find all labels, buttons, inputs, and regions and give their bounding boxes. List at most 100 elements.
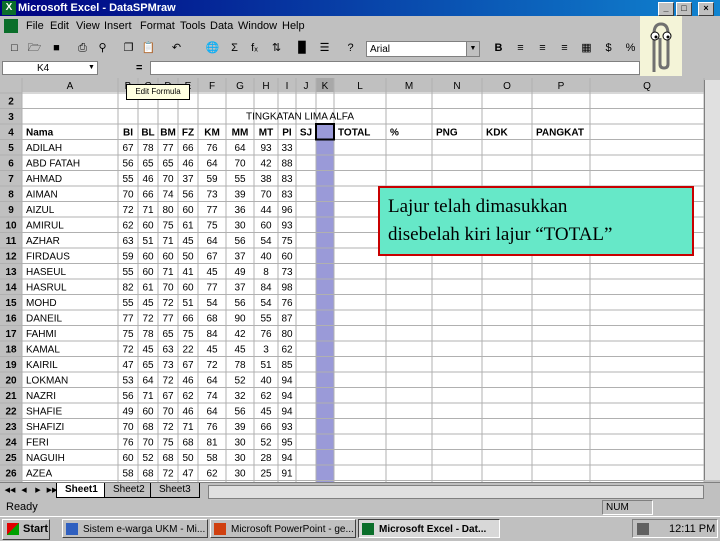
formula-input[interactable] xyxy=(150,61,640,75)
currency-icon[interactable]: $ xyxy=(600,40,617,57)
chart-wizard-icon[interactable]: ▉ xyxy=(294,40,311,57)
menu-window[interactable]: Window xyxy=(238,17,277,35)
taskbar-item-powerpoint[interactable]: Microsoft PowerPoint - ge... xyxy=(210,519,356,538)
system-clock[interactable]: 12:11 PM xyxy=(632,519,718,538)
zoom-icon[interactable]: ☰ xyxy=(316,40,333,57)
row-header: 3 xyxy=(8,112,14,123)
menu-bar: File Edit View Insert Format Tools Data … xyxy=(0,17,640,35)
align-left-icon[interactable]: ≡ xyxy=(512,40,529,57)
row-header: 5 xyxy=(8,143,14,154)
print-preview-icon[interactable]: ⚲ xyxy=(94,40,111,57)
excel-app-icon[interactable]: X xyxy=(2,1,16,15)
score-cell: 62 xyxy=(260,391,272,402)
score-cell: 67 xyxy=(206,252,218,263)
menu-file[interactable]: File xyxy=(26,17,44,35)
score-cell: 67 xyxy=(122,143,134,154)
score-cell: 30 xyxy=(234,221,246,232)
score-cell: 70 xyxy=(122,422,134,433)
score-cell: 30 xyxy=(234,438,246,449)
row-header: 6 xyxy=(8,159,14,170)
chevron-down-icon[interactable]: ▼ xyxy=(466,42,479,56)
edit-formula-button[interactable]: = xyxy=(136,61,142,75)
name-box[interactable]: K4 xyxy=(2,61,98,75)
start-label: Start xyxy=(23,523,49,535)
tab-sheet3[interactable]: Sheet3 xyxy=(150,483,200,498)
paste-icon[interactable]: 📋 xyxy=(140,40,157,57)
workbook-icon[interactable] xyxy=(4,19,18,33)
office-assistant-icon[interactable] xyxy=(640,16,682,76)
next-sheet-icon[interactable]: ▶ xyxy=(32,485,44,497)
align-center-icon[interactable]: ≡ xyxy=(534,40,551,57)
row-header: 2 xyxy=(8,97,14,108)
print-icon[interactable]: ⎙ xyxy=(74,40,91,57)
score-cell: 71 xyxy=(142,205,154,216)
copy-icon[interactable]: ❐ xyxy=(120,40,137,57)
row-header: 7 xyxy=(8,174,14,185)
score-cell: 75 xyxy=(162,221,174,232)
align-right-icon[interactable]: ≡ xyxy=(556,40,573,57)
menu-help[interactable]: Help xyxy=(282,17,305,35)
score-cell: 22 xyxy=(182,345,194,356)
open-icon[interactable]: 🗁 xyxy=(26,40,43,57)
save-icon[interactable]: ■ xyxy=(48,40,65,57)
function-icon[interactable]: fₓ xyxy=(246,40,263,57)
inserted-column-k[interactable] xyxy=(316,124,334,512)
title-bar: X Microsoft Excel - DataSPMraw _ □ × xyxy=(0,0,720,16)
score-cell: 62 xyxy=(281,345,293,356)
new-icon[interactable]: □ xyxy=(6,40,23,57)
score-cell: 93 xyxy=(281,221,293,232)
score-cell: 68 xyxy=(162,453,174,464)
first-sheet-icon[interactable]: ◀◀ xyxy=(4,485,16,497)
help-icon[interactable]: ? xyxy=(342,40,359,57)
font-name-select[interactable]: Arial ▼ xyxy=(366,41,480,57)
hyperlink-icon[interactable]: 🌐 xyxy=(204,40,221,57)
close-button[interactable]: × xyxy=(698,2,714,16)
score-cell: 70 xyxy=(234,159,246,170)
tab-sheet1[interactable]: Sheet1 xyxy=(56,483,107,498)
worksheet-grid[interactable]: ABCDEFGHIJKLMNOPQ23456789101112131415161… xyxy=(0,78,720,512)
bold-button[interactable]: B xyxy=(490,40,507,57)
score-cell: 75 xyxy=(281,236,293,247)
undo-icon[interactable]: ↶ xyxy=(168,40,185,57)
merge-center-icon[interactable]: ▦ xyxy=(578,40,595,57)
row-header: 25 xyxy=(5,453,17,464)
row-header: 10 xyxy=(5,221,17,232)
score-cell: 74 xyxy=(206,391,218,402)
score-cell: 73 xyxy=(206,190,218,201)
autosum-icon[interactable]: Σ xyxy=(226,40,243,57)
score-cell: 71 xyxy=(162,267,174,278)
row-header: 12 xyxy=(5,252,17,263)
sort-ascending-icon[interactable]: ⇅ xyxy=(268,40,285,57)
name-cell: MOHD xyxy=(26,298,57,309)
column-header-o: O xyxy=(503,81,511,92)
menu-tools[interactable]: Tools xyxy=(180,17,206,35)
score-cell: 55 xyxy=(260,314,272,325)
cell-area[interactable] xyxy=(0,78,704,482)
vertical-scrollbar[interactable] xyxy=(704,80,720,480)
score-cell: 83 xyxy=(281,190,293,201)
score-cell: 41 xyxy=(182,267,194,278)
prev-sheet-icon[interactable]: ◀ xyxy=(18,485,30,497)
score-cell: 62 xyxy=(122,221,134,232)
menu-edit[interactable]: Edit xyxy=(50,17,69,35)
taskbar-item-browser[interactable]: Sistem e-warga UKM - Mi... xyxy=(62,519,208,538)
header-cell: PANGKAT xyxy=(536,128,584,139)
chevron-down-icon[interactable]: ▼ xyxy=(88,61,95,75)
menu-format[interactable]: Format xyxy=(140,17,175,35)
score-cell: 46 xyxy=(182,159,194,170)
score-cell: 72 xyxy=(122,345,134,356)
menu-view[interactable]: View xyxy=(76,17,100,35)
tab-sheet2[interactable]: Sheet2 xyxy=(104,483,154,498)
menu-insert[interactable]: Insert xyxy=(104,17,132,35)
score-cell: 70 xyxy=(142,438,154,449)
percent-icon[interactable]: % xyxy=(622,40,639,57)
start-button[interactable]: Start xyxy=(2,519,50,540)
horizontal-scrollbar[interactable] xyxy=(208,485,704,499)
minimize-button[interactable]: _ xyxy=(658,2,674,16)
score-cell: 33 xyxy=(281,143,293,154)
column-header-band[interactable] xyxy=(0,78,704,92)
maximize-button[interactable]: □ xyxy=(676,2,692,16)
taskbar-item-excel[interactable]: Microsoft Excel - Dat... xyxy=(358,519,500,538)
menu-data[interactable]: Data xyxy=(210,17,233,35)
score-cell: 93 xyxy=(260,143,272,154)
